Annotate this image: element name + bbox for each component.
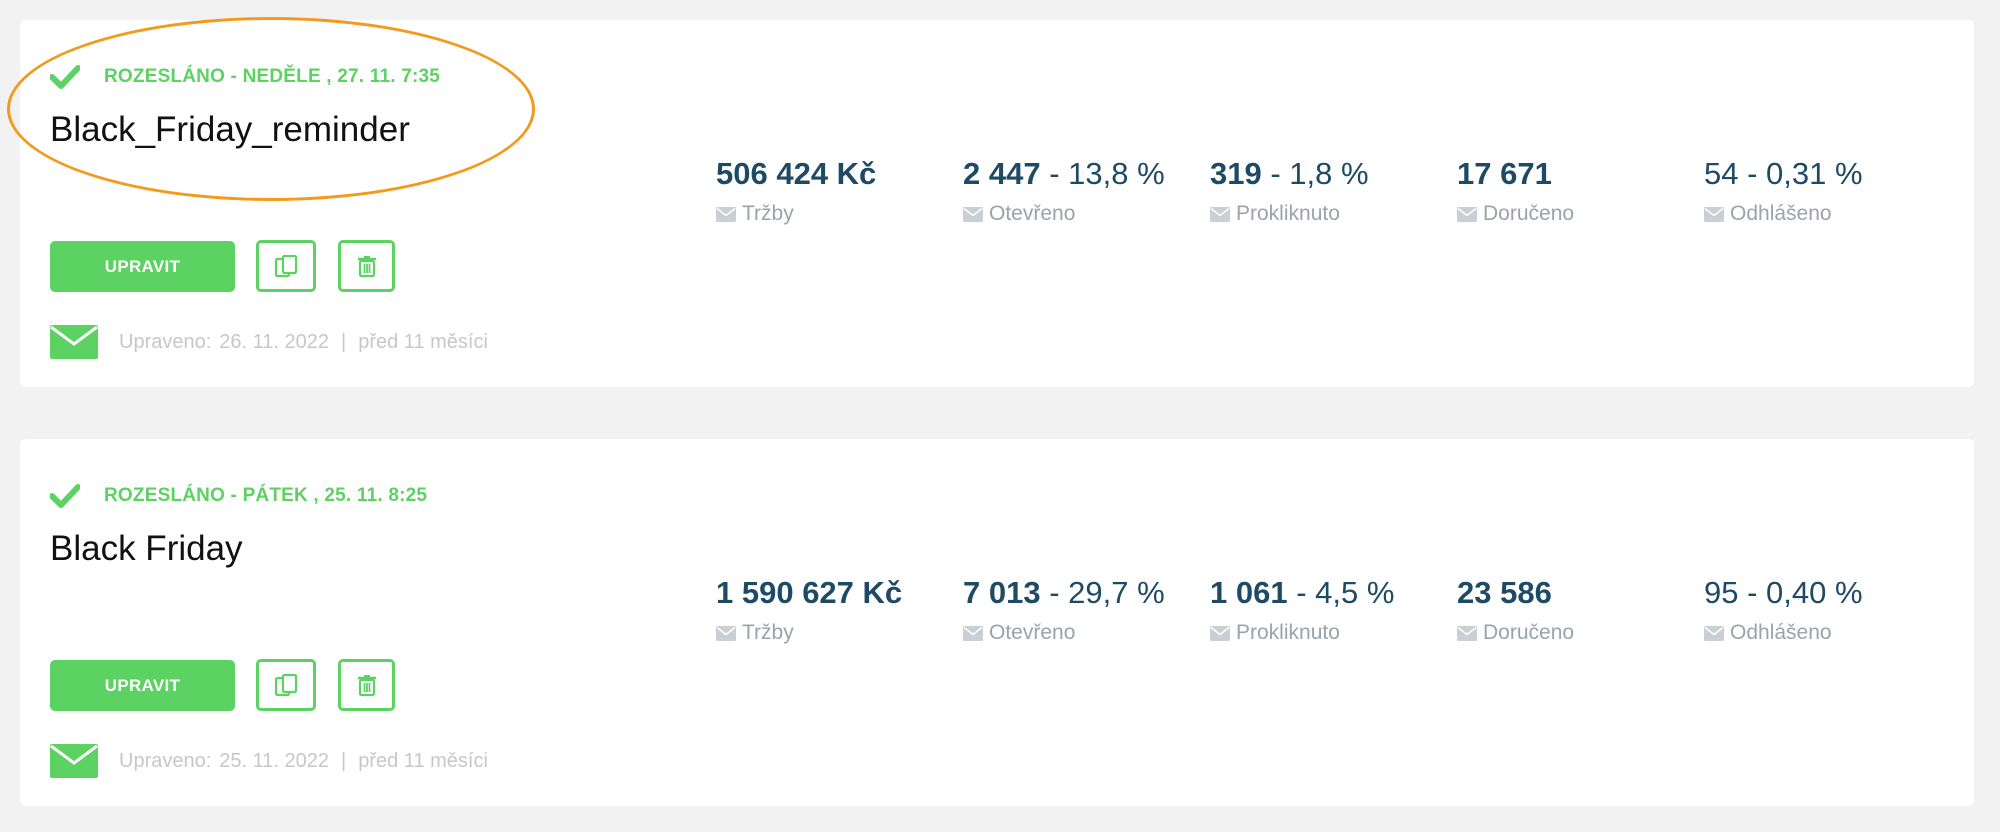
envelope-icon [1210, 206, 1230, 222]
campaign-status: ROZESLÁNO - PÁTEK , 25. 11. 8:25 [50, 484, 427, 508]
copy-icon [274, 673, 298, 697]
stat-label: Tržby [742, 621, 794, 644]
status-text: ROZESLÁNO - PÁTEK , 25. 11. 8:25 [104, 485, 428, 506]
envelope-icon [50, 744, 98, 778]
campaign-name: Black Friday [50, 529, 243, 568]
stat-label: Tržby [742, 202, 794, 225]
stat-value: 95 - 0,40 % [1704, 575, 1863, 610]
stat-label: Otevřeno [989, 202, 1076, 225]
stat-value: 2 447 [963, 156, 1041, 191]
stat-label: Otevřeno [989, 621, 1076, 644]
stat-label: Odhlášeno [1730, 202, 1832, 225]
separator: | [341, 749, 347, 772]
envelope-icon [963, 206, 983, 222]
envelope-icon [50, 325, 98, 359]
status-text: ROZESLÁNO - NEDĚLE , 27. 11. 7:35 [104, 66, 441, 87]
modified-info: Upraveno: 26. 11. 2022 | před 11 měsíci [50, 325, 488, 359]
stat-revenue: 1 590 627 Kč Tržby [716, 575, 902, 645]
stat-percent: - 13,8 % [1040, 156, 1165, 191]
campaign-name: Black_Friday_reminder [50, 110, 410, 149]
copy-button[interactable] [256, 240, 316, 292]
modified-label: Upraveno: [119, 749, 212, 772]
stat-clicked: 319 - 1,8 % Prokliknuto [1210, 156, 1369, 226]
campaign-card: ROZESLÁNO - PÁTEK , 25. 11. 8:25 Black F… [20, 439, 1974, 806]
modified-label: Upraveno: [119, 330, 212, 353]
trash-icon [357, 675, 376, 697]
envelope-icon [716, 206, 736, 222]
modified-date: 26. 11. 2022 [219, 330, 330, 353]
stat-percent: - 1,8 % [1261, 156, 1369, 191]
stat-label: Doručeno [1483, 202, 1575, 225]
envelope-icon [963, 625, 983, 641]
delete-button[interactable] [338, 240, 395, 292]
trash-icon [357, 256, 376, 278]
envelope-icon [716, 625, 736, 641]
campaign-card: ROZESLÁNO - NEDĚLE , 27. 11. 7:35 Black_… [20, 20, 1974, 387]
stat-unsubscribed: 95 - 0,40 % Odhlášeno [1704, 575, 1863, 645]
campaign-status: ROZESLÁNO - NEDĚLE , 27. 11. 7:35 [50, 65, 440, 89]
envelope-icon [1704, 206, 1724, 222]
stat-revenue: 506 424 Kč Tržby [716, 156, 876, 226]
modified-ago: před 11 měsíci [358, 749, 488, 772]
stat-label: Odhlášeno [1730, 621, 1832, 644]
modified-info: Upraveno: 25. 11. 2022 | před 11 měsíci [50, 744, 488, 778]
stat-value: 1 590 627 Kč [716, 575, 903, 610]
check-icon [50, 65, 80, 89]
stat-value: 319 [1210, 156, 1262, 191]
separator: | [341, 330, 347, 353]
stat-unsubscribed: 54 - 0,31 % Odhlášeno [1704, 156, 1863, 226]
envelope-icon [1210, 625, 1230, 641]
copy-button[interactable] [256, 659, 316, 711]
edit-button[interactable]: UPRAVIT [50, 241, 235, 292]
envelope-icon [1457, 625, 1477, 641]
delete-button[interactable] [338, 659, 395, 711]
stat-value: 23 586 [1457, 575, 1552, 610]
stat-value: 506 424 Kč [716, 156, 877, 191]
stat-percent: - 4,5 % [1287, 575, 1395, 610]
stat-value: 17 671 [1457, 156, 1552, 191]
copy-icon [274, 254, 298, 278]
stat-label: Prokliknuto [1236, 621, 1340, 644]
stat-delivered: 23 586 Doručeno [1457, 575, 1574, 645]
modified-date: 25. 11. 2022 [219, 749, 330, 772]
envelope-icon [1457, 206, 1477, 222]
check-icon [50, 484, 80, 508]
modified-ago: před 11 měsíci [358, 330, 488, 353]
stat-value: 1 061 [1210, 575, 1288, 610]
stat-percent: - 29,7 % [1040, 575, 1165, 610]
envelope-icon [1704, 625, 1724, 641]
stat-label: Prokliknuto [1236, 202, 1340, 225]
stat-opened: 2 447 - 13,8 % Otevřeno [963, 156, 1165, 226]
stat-value: 7 013 [963, 575, 1041, 610]
stat-delivered: 17 671 Doručeno [1457, 156, 1574, 226]
stat-label: Doručeno [1483, 621, 1575, 644]
stat-clicked: 1 061 - 4,5 % Prokliknuto [1210, 575, 1394, 645]
edit-button[interactable]: UPRAVIT [50, 660, 235, 711]
stat-opened: 7 013 - 29,7 % Otevřeno [963, 575, 1165, 645]
stat-value: 54 - 0,31 % [1704, 156, 1863, 191]
